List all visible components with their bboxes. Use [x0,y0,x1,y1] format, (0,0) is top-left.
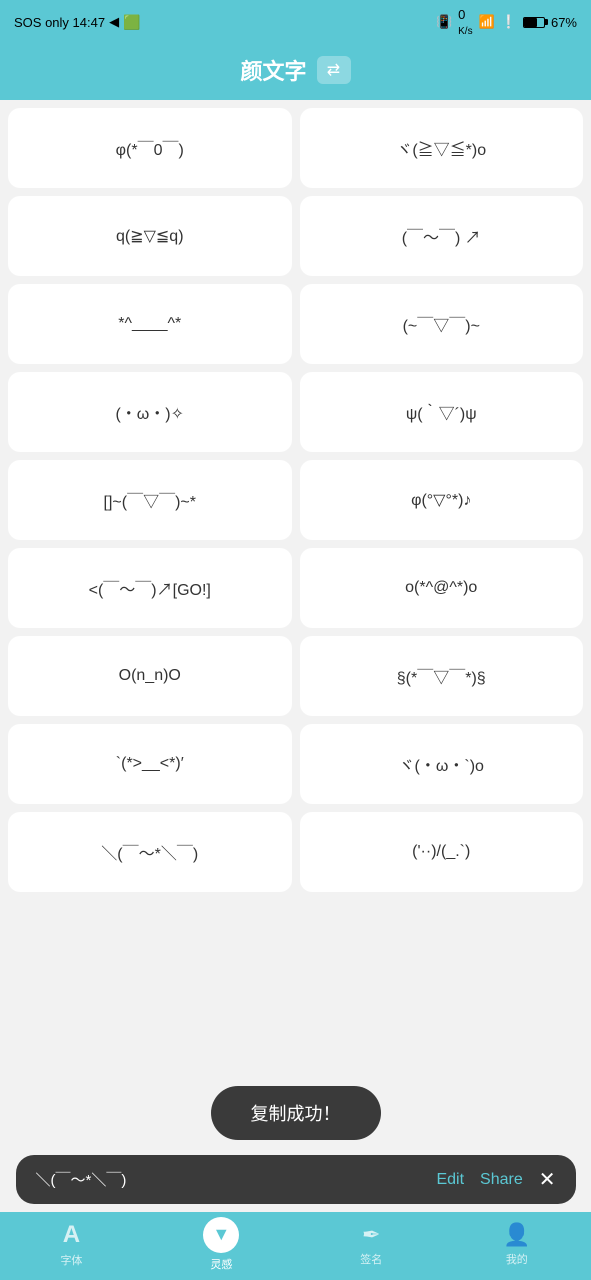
kaomoji-cell[interactable]: ヾ(・ω・`)o [300,724,584,804]
kaomoji-cell[interactable]: []~(￣▽￣)~* [8,460,292,540]
status-bar: SOS only 14:47 ◀ 🟩 📳 0K/s 📶 ❕ 67% [0,0,591,44]
nav-item-inspire[interactable]: ▼ 灵感 [203,1217,239,1272]
nav-label-sign: 签名 [360,1251,382,1267]
popup-actions: Edit Share ✕ [436,1170,555,1190]
signal-strength: 0K/s [458,7,472,37]
kaomoji-grid: φ(*￣0￣)ヾ(≧▽≦*)oq(≧▽≦q)(￣～￣) ↗*^____^*(~￣… [0,100,591,900]
status-text-left: SOS only 14:47 [14,15,105,30]
kaomoji-cell[interactable]: O(n_n)O [8,636,292,716]
battery-icon [523,17,545,28]
inspire-icon: ▼ [203,1217,239,1253]
bottom-navigation: A 字体 ▼ 灵感 ✒ 签名 👤 我的 [0,1212,591,1280]
kaomoji-cell[interactable]: §(*￣▽￣*)§ [300,636,584,716]
kaomoji-cell[interactable]: ('··)/(_.`) [300,812,584,892]
kaomoji-cell[interactable]: (￣～￣) ↗ [300,196,584,276]
app-header: 颜文字 ⇄ [0,44,591,100]
battery-percent: 67% [551,15,577,30]
kaomoji-cell[interactable]: φ(*￣0￣) [8,108,292,188]
kaomoji-cell[interactable]: ψ(｀▽´)ψ [300,372,584,452]
edit-button[interactable]: Edit [436,1171,464,1189]
kaomoji-cell[interactable]: φ(°▽°*)♪ [300,460,584,540]
kaomoji-cell[interactable]: q(≧▽≦q) [8,196,292,276]
alert-icon: ❕ [501,14,517,30]
mine-icon: 👤 [503,1222,530,1248]
vibrate-icon: 📳 [436,14,452,30]
nav-label-mine: 我的 [506,1251,528,1267]
kaomoji-cell[interactable]: ＼(￣～*＼￣) [8,812,292,892]
refresh-icon[interactable]: ⇄ [317,56,351,84]
close-popup-button[interactable]: ✕ [539,1170,556,1190]
nav-item-font[interactable]: A 字体 [60,1221,82,1268]
location-icon: ◀ [109,14,119,30]
status-left: SOS only 14:47 ◀ 🟩 [14,14,141,31]
wifi-icon: 📶 [479,14,495,30]
sign-icon: ✒ [362,1222,380,1248]
popup-kaomoji-text: ＼(￣～*＼￣) [36,1169,427,1190]
nav-label-inspire: 灵感 [210,1256,232,1272]
kaomoji-cell[interactable]: (~￣▽￣)~ [300,284,584,364]
nav-label-font: 字体 [60,1252,82,1268]
copy-popup: ＼(￣～*＼￣) Edit Share ✕ [16,1155,576,1204]
header-title: 颜文字 [240,54,306,86]
nav-item-sign[interactable]: ✒ 签名 [360,1222,382,1267]
kaomoji-cell[interactable]: `(*>__<*)′ [8,724,292,804]
share-button[interactable]: Share [480,1171,523,1189]
kaomoji-cell[interactable]: *^____^* [8,284,292,364]
kaomoji-cell[interactable]: (・ω・)✧ [8,372,292,452]
font-icon: A [63,1221,80,1249]
kaomoji-cell[interactable]: <(￣～￣)↗[GO!] [8,548,292,628]
kaomoji-cell[interactable]: o(*^@^*)o [300,548,584,628]
sim-icon: 🟩 [123,14,140,31]
status-right: 📳 0K/s 📶 ❕ 67% [436,7,577,37]
nav-item-mine[interactable]: 👤 我的 [503,1222,530,1267]
copy-success-toast: 复制成功！ [211,1086,381,1140]
kaomoji-cell[interactable]: ヾ(≧▽≦*)o [300,108,584,188]
